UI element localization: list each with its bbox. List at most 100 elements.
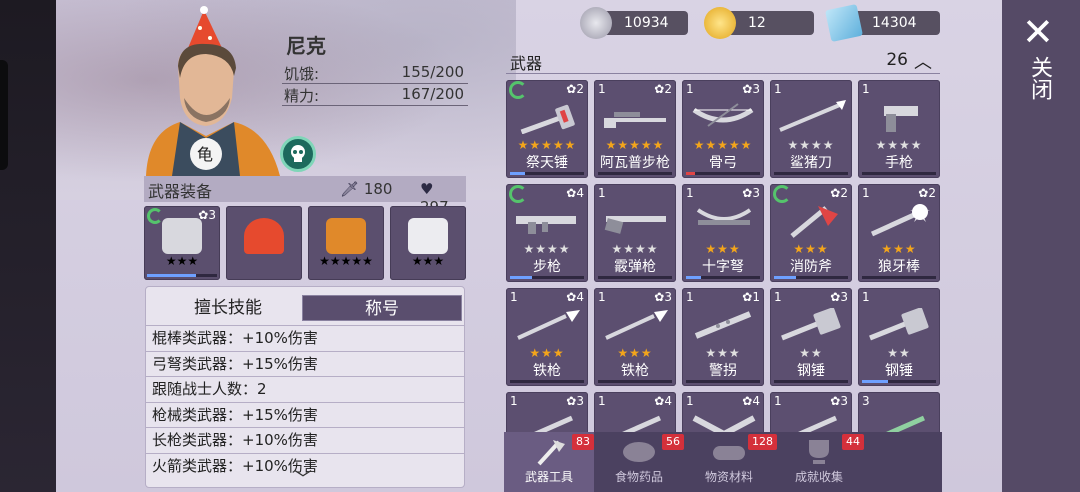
weapon-durability-bar [598, 172, 672, 175]
weapon-durability-bar [598, 380, 672, 383]
axe-tools-icon [529, 438, 569, 466]
weapon-card[interactable]: 1 ★★★★ 霰弹枪 [594, 184, 676, 282]
gear-icon: ✿ [566, 394, 577, 408]
close-button[interactable]: ✕ 关闭 [1012, 12, 1068, 122]
weapon-level: ✿2 [566, 82, 584, 96]
weapon-card[interactable]: 1 ✿2 ★★★★★ 阿瓦普步枪 [594, 80, 676, 178]
iron-spear-icon [512, 308, 582, 342]
equipment-slot-1[interactable]: ✿3 ★★★ [144, 206, 220, 280]
weapon-stars: ★★★★★ [517, 138, 577, 152]
weapon-count: 3 [862, 394, 870, 408]
gear-icon: ✿ [566, 186, 577, 200]
wood-log-icon [709, 438, 749, 466]
weapon-stars: ★★★ [793, 242, 829, 256]
close-label: 关闭 [1027, 56, 1052, 100]
weapon-name: 步枪 [533, 259, 561, 275]
pistol-icon [864, 100, 934, 134]
crossbow-icon [162, 218, 202, 254]
weapon-card[interactable]: ✿2 ★★★ 消防斧 [770, 184, 852, 282]
weapon-card[interactable]: 1 ✿4 ★★★ 铁枪 [506, 288, 588, 386]
energy-stat: 精力: 167/200 [282, 84, 468, 106]
chevron-down-icon[interactable]: ﹀ [294, 465, 312, 487]
chevron-up-icon[interactable]: ︿ [914, 48, 932, 74]
weapon-level: ✿3 [654, 290, 672, 304]
weapon-card[interactable]: 1 ✿1 ★★★ 警拐 [682, 288, 764, 386]
weapon-stars: ★★ [799, 346, 823, 360]
tab-label: 食物药品 [614, 470, 663, 484]
gold-currency: 12 [704, 7, 814, 39]
weapon-level: ✿3 [742, 82, 760, 96]
weapon-durability-bar [510, 380, 584, 383]
gear-icon: ✿ [830, 394, 841, 408]
tab-titles[interactable]: 称号 [302, 295, 462, 321]
weapon-stars: ★★★★ [523, 242, 571, 256]
weapon-count: 1 [510, 290, 518, 304]
tab-axe-tools[interactable]: 83 武器工具 [504, 432, 594, 492]
skill-row: 长枪类武器：+10%伤害 [146, 427, 464, 452]
slot-progress-bar [147, 274, 217, 277]
weapon-card[interactable]: 1 ✿2 ★★★ 狼牙棒 [858, 184, 940, 282]
iron-spear-icon [600, 308, 670, 342]
attack-stat: 🗡 180 [340, 180, 392, 198]
hammer-icon [512, 100, 582, 135]
tab-label: 武器工具 [524, 470, 573, 484]
silver-currency: 10934 [580, 7, 688, 39]
shotgun-icon [600, 204, 670, 238]
weapon-level: ✿4 [654, 394, 672, 408]
weapon-stars: ★★★ [705, 346, 741, 360]
equipment-slot-2[interactable] [226, 206, 302, 280]
weapon-name: 阿瓦普步枪 [600, 155, 670, 171]
weapon-count: 1 [598, 290, 606, 304]
weapon-level: ✿4 [566, 186, 584, 200]
weapon-count: 1 [686, 290, 694, 304]
weapon-count: 1 [598, 186, 606, 200]
equipment-slot-3[interactable]: ★★★★★ [308, 206, 384, 280]
weapon-level: ✿2 [918, 186, 936, 200]
skills-panel: 擅长技能 称号 棍棒类武器：+10%伤害 弓弩类武器：+15%伤害 跟随战士人数：2… [145, 286, 465, 488]
hunger-stat: 饥饿: 155/200 [282, 62, 468, 84]
weapon-card[interactable]: 1 ✿3 ★★ 钢锤 [770, 288, 852, 386]
spiked-mace-icon [864, 202, 934, 238]
heart-icon: ♥ [420, 180, 434, 198]
weapon-count: 1 [862, 82, 870, 96]
weapon-count: 1 [862, 290, 870, 304]
weapon-name: 消防斧 [790, 259, 832, 275]
weapon-card[interactable]: 1 ✿3 ★★★ 十字弩 [682, 184, 764, 282]
weapon-level: ✿4 [566, 290, 584, 304]
sword-icon: 🗡 [340, 180, 360, 198]
category-tabs: 83 武器工具 56 食物药品 128 物资材料 44 成就收集 [504, 432, 942, 492]
weapon-count: 1 [686, 82, 694, 96]
weapon-card[interactable]: 1 ✿3 ★★★★★ 骨弓 [682, 80, 764, 178]
weapon-level: ✿4 [742, 394, 760, 408]
weapon-durability-bar [862, 276, 936, 279]
tab-trophy[interactable]: 44 成就收集 [774, 432, 864, 492]
weapon-card[interactable]: ✿2 ★★★★★ 祭天锤 [506, 80, 588, 178]
tab-badge: 56 [662, 434, 684, 450]
spear-icon [776, 100, 846, 134]
weapon-card[interactable]: 1 ✿3 ★★★ 铁枪 [594, 288, 676, 386]
tab-meat[interactable]: 56 食物药品 [594, 432, 684, 492]
orange-shirt-icon [326, 218, 366, 254]
weapon-name: 十字弩 [702, 259, 744, 275]
weapon-durability-bar [510, 172, 584, 175]
weapon-stars: ★★★ [705, 242, 741, 256]
gear-icon: ✿ [654, 394, 665, 408]
character-avatar[interactable]: 龟 [140, 6, 290, 176]
weapon-count: 1 [774, 290, 782, 304]
weapon-level: ✿2 [830, 186, 848, 200]
equipment-slot-4[interactable]: ★★★ [390, 206, 466, 280]
skull-badge-icon[interactable] [280, 136, 316, 172]
svg-text:龟: 龟 [197, 145, 213, 164]
weapon-durability-bar [510, 276, 584, 279]
tab-wood-log[interactable]: 128 物资材料 [684, 432, 777, 492]
weapon-durability-bar [598, 276, 672, 279]
weapon-card[interactable]: 1 ★★ 钢锤 [858, 288, 940, 386]
weapon-card[interactable]: ✿4 ★★★★ 步枪 [506, 184, 588, 282]
weapon-card[interactable]: 1 ★★★★ 鲨猪刀 [770, 80, 852, 178]
skill-row: 棍棒类武器：+10%伤害 [146, 325, 464, 350]
weapon-card[interactable]: 1 ★★★★ 手枪 [858, 80, 940, 178]
gold-value: 12 [748, 15, 766, 31]
tab-specialty-skills[interactable]: 擅长技能 [152, 295, 304, 321]
energy-value: 167/200 [401, 85, 464, 103]
armor-pants-icon [408, 218, 448, 254]
